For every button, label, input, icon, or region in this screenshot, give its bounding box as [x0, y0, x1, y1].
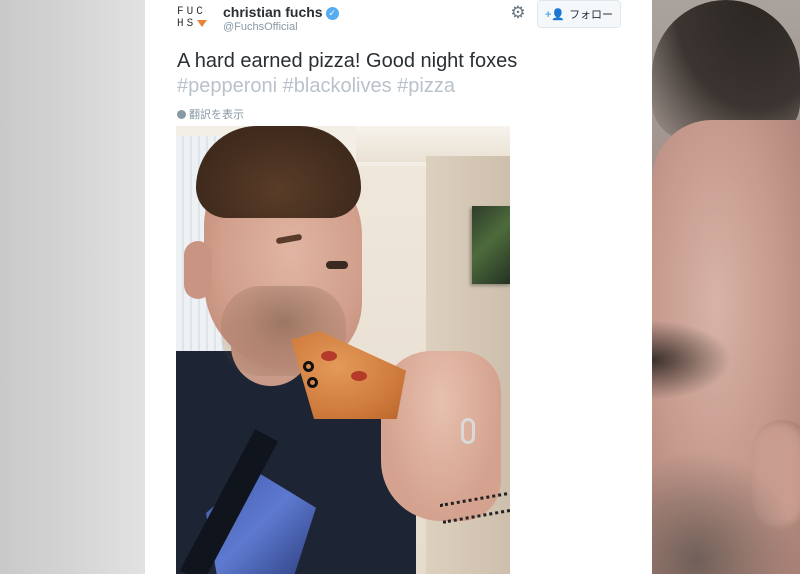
author-handle[interactable]: @FuchsOfficial: [223, 21, 298, 33]
photo-hair: [196, 126, 361, 218]
photo-ring: [461, 418, 475, 444]
logo-line2: HS: [177, 18, 197, 30]
photo-eye-open: [326, 261, 348, 269]
photo-ear: [184, 241, 212, 299]
verified-badge-icon: ✓: [325, 7, 339, 20]
tweet-text: A hard earned pizza! Good night foxes #p…: [177, 49, 617, 99]
background-left: [0, 0, 145, 574]
author-name-row[interactable]: christian fuchs ✓: [223, 4, 339, 20]
author-name[interactable]: christian fuchs: [223, 4, 323, 20]
pepperoni-icon: [351, 371, 367, 381]
tweet-card: FUC HS christian fuchs ✓ @FuchsOfficial ⚙…: [145, 0, 652, 574]
bg-eyebrow: [652, 320, 732, 400]
background-photo-right: [652, 0, 800, 574]
hashtag-link[interactable]: #pizza: [397, 75, 455, 97]
olive-icon: [303, 361, 314, 372]
tweet-photo[interactable]: [176, 126, 510, 574]
logo-line1: FUC: [177, 6, 206, 18]
bg-stubble: [652, 450, 800, 574]
olive-icon: [307, 377, 318, 388]
add-user-icon: +👤: [544, 8, 566, 21]
follow-label: フォロー: [569, 9, 614, 21]
translate-label: 翻訳を表示: [189, 109, 244, 121]
hashtag-link[interactable]: #blackolives: [283, 75, 392, 97]
logo-triangle-icon: [197, 19, 208, 27]
bg-hair: [652, 0, 800, 140]
globe-icon: [177, 110, 186, 119]
translate-link[interactable]: 翻訳を表示: [177, 106, 244, 122]
pepperoni-icon: [321, 351, 337, 361]
photo-painting: [472, 206, 510, 284]
follow-button[interactable]: +👤 フォロー: [537, 0, 621, 28]
gear-icon[interactable]: ⚙: [508, 3, 528, 23]
tweet-main-text: A hard earned pizza! Good night foxes: [177, 50, 518, 72]
profile-avatar-logo[interactable]: FUC HS: [177, 6, 217, 32]
hashtag-link[interactable]: #pepperoni: [177, 75, 277, 97]
